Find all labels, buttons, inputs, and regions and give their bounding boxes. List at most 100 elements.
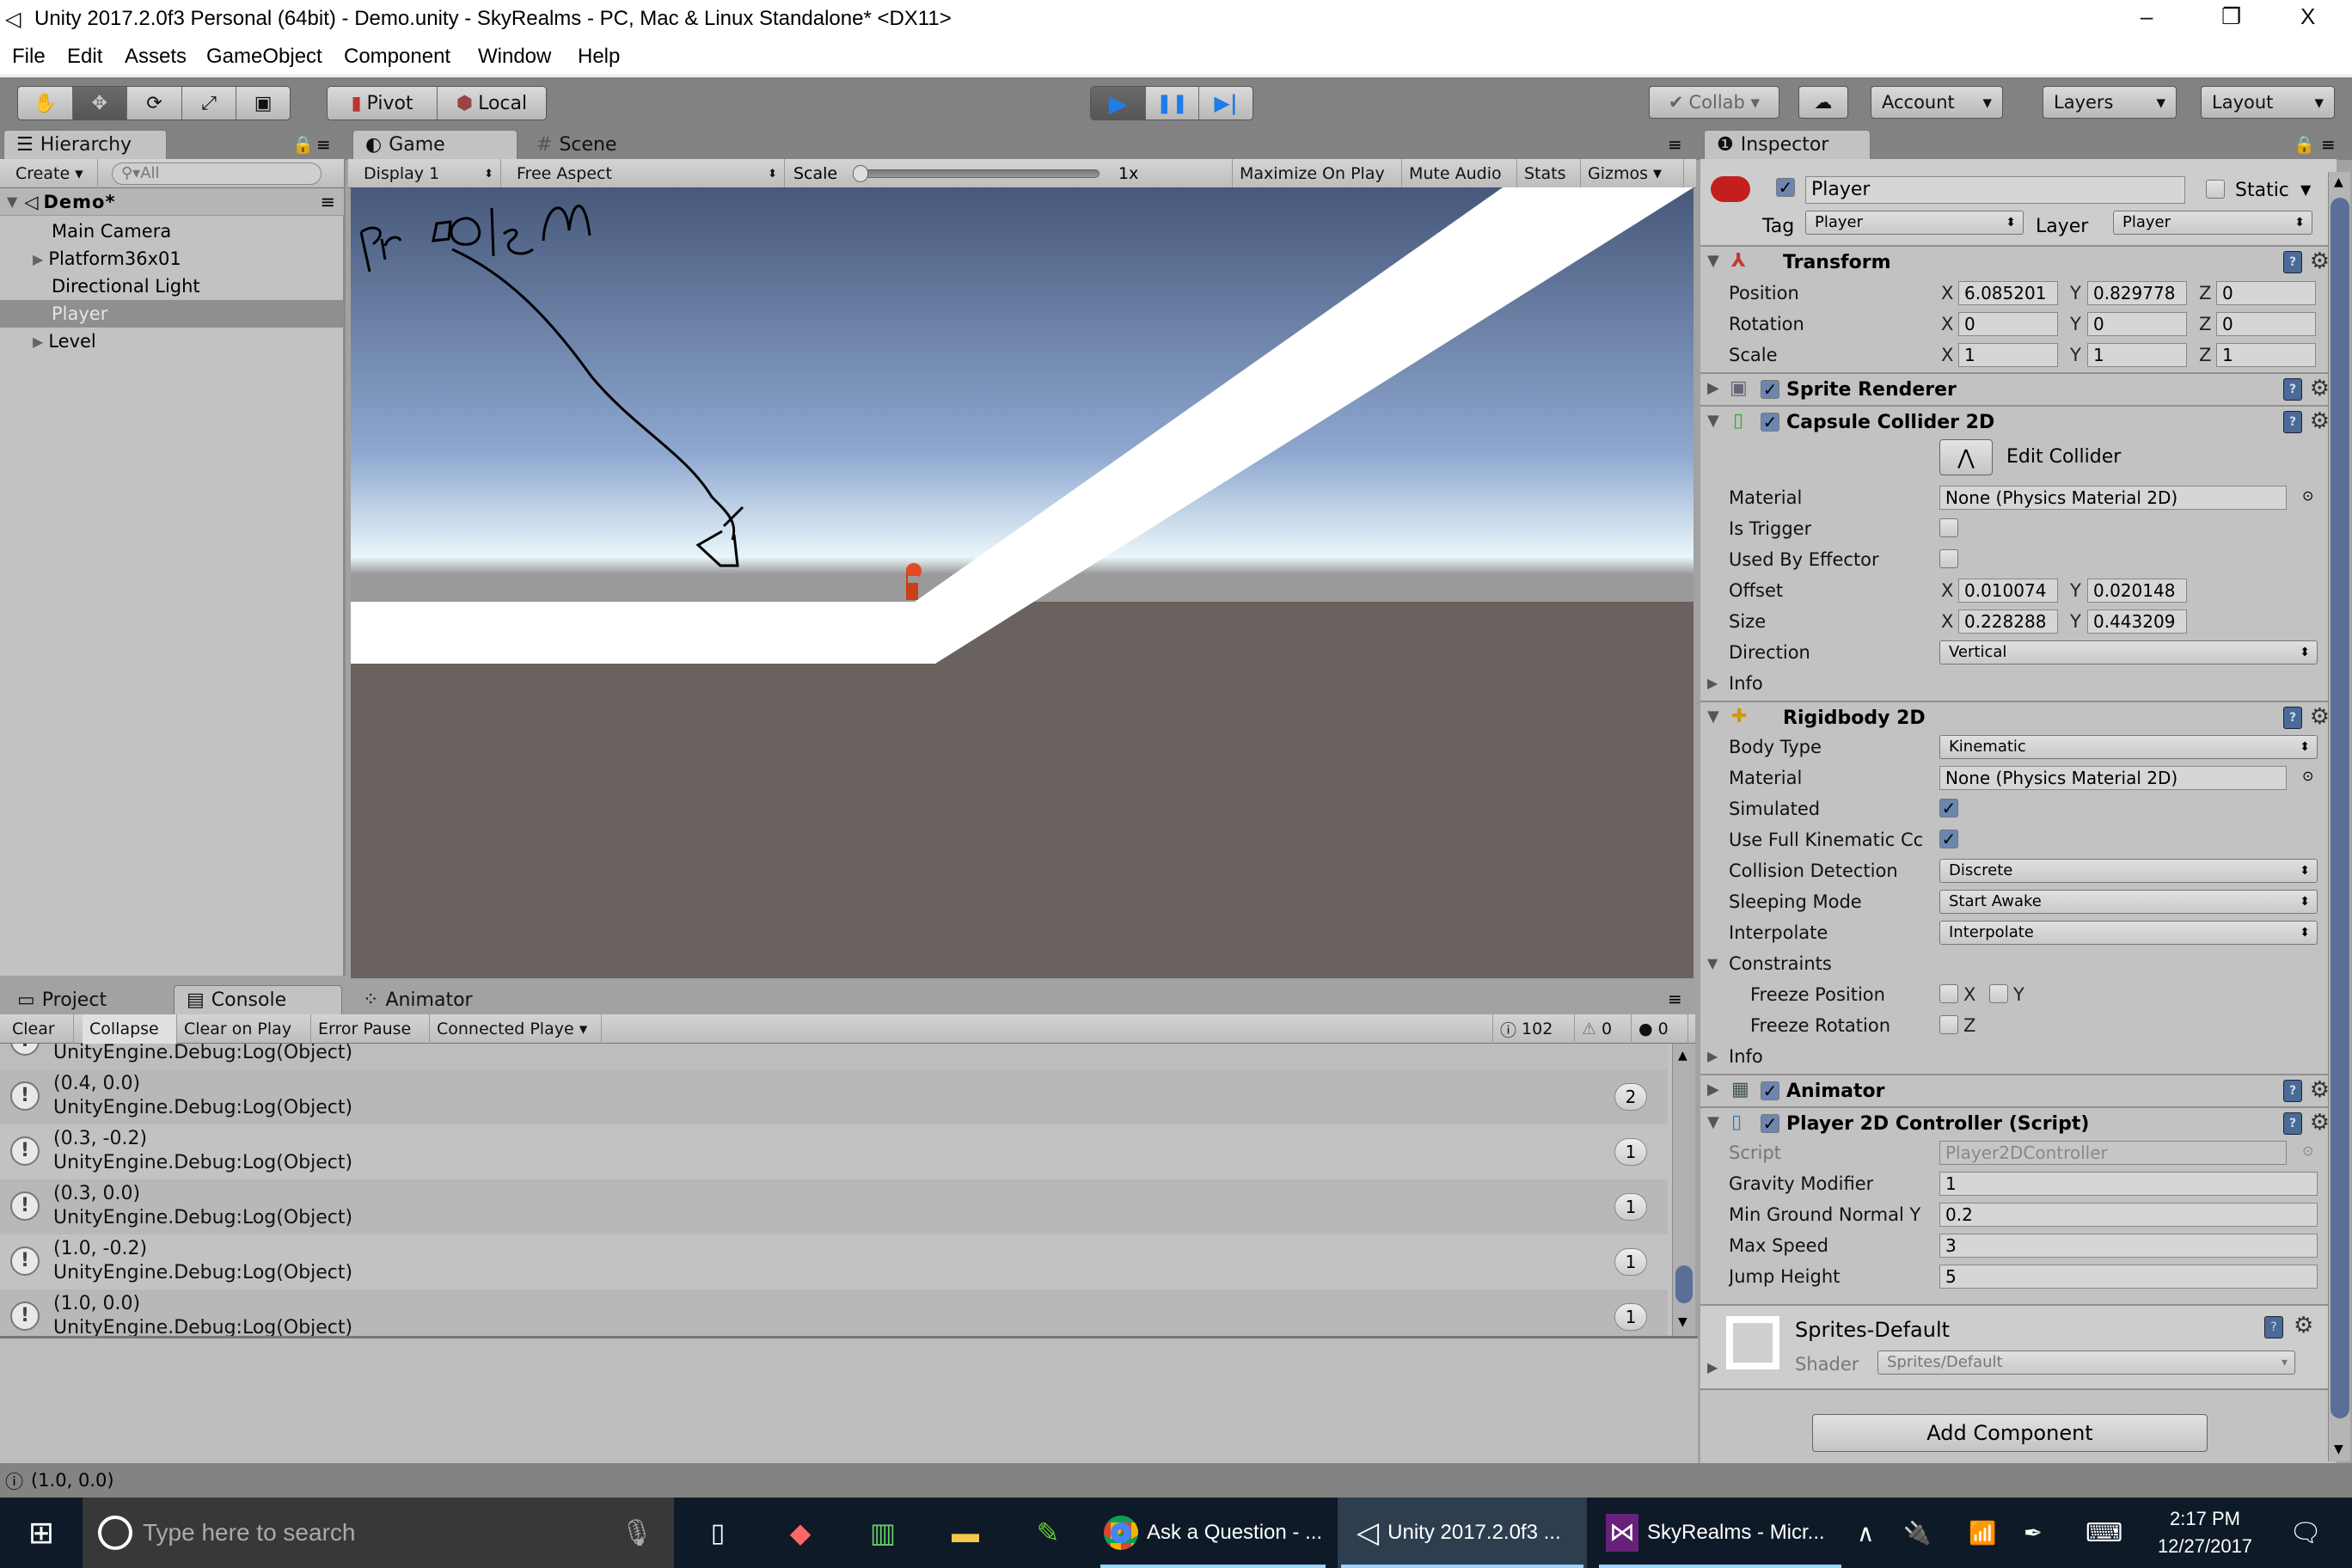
status-message[interactable]: (1.0, 0.0) [31, 1470, 114, 1491]
max-speed-input[interactable]: 3 [1939, 1234, 2318, 1258]
expand-arrow-icon[interactable]: ▶ [33, 251, 43, 267]
rotation-z-input[interactable]: 0 [2216, 312, 2316, 336]
tab-hierarchy[interactable]: ☰ Hierarchy [3, 130, 167, 159]
taskbar-search[interactable]: Type here to search 🎙 [83, 1498, 674, 1568]
object-picker-icon[interactable]: ⊙ [2302, 768, 2313, 784]
panel-menu-icon[interactable]: ≡ [316, 134, 331, 155]
console-entry[interactable]: ! (1.0, 0.0) UnityEngine.Debug:Log(Object)… [0, 1289, 1668, 1336]
component-capsule-collider[interactable]: ▼ ▯ ✓ Capsule Collider 2D ? ⚙ [1700, 405, 2337, 438]
component-player-2d-controller[interactable]: ▼ ▯ ✓ Player 2D Controller (Script) ? ⚙ [1700, 1106, 2337, 1139]
body-type-dropdown[interactable]: Kinematic ⬍ [1939, 735, 2318, 759]
object-name-input[interactable]: Player [1805, 176, 2185, 204]
collab-button[interactable]: ✔ Collab ▾ [1649, 86, 1779, 119]
lock-icon[interactable]: 🔒 [292, 134, 314, 155]
jump-height-input[interactable]: 5 [1939, 1265, 2318, 1289]
pause-button[interactable]: ❚❚ [1146, 87, 1199, 119]
freeze-rotation-z-checkbox[interactable] [1939, 1015, 1958, 1034]
tag-dropdown[interactable]: Player ⬍ [1805, 211, 2024, 235]
step-button[interactable]: ▶| [1199, 87, 1253, 119]
taskbar-file-explorer[interactable]: ▬ [935, 1498, 995, 1568]
hand-tool-button[interactable]: ✋ [18, 87, 73, 119]
hierarchy-item-selected[interactable]: Player [0, 300, 344, 328]
taskbar-app-visual-studio[interactable]: ⋈ SkyRealms - Micr... [1596, 1498, 1845, 1568]
inspector-scrollbar[interactable]: ▲ ▼ [2328, 172, 2350, 1461]
help-icon[interactable]: ? [2283, 251, 2302, 273]
sleeping-mode-dropdown[interactable]: Start Awake ⬍ [1939, 890, 2318, 914]
error-count-toggle[interactable]: ● 0 [1632, 1014, 1688, 1044]
scroll-down-icon[interactable]: ▼ [2334, 1442, 2343, 1456]
collapse-arrow-icon[interactable]: ▼ [1707, 412, 1719, 430]
gravity-modifier-input[interactable]: 1 [1939, 1172, 2318, 1196]
position-x-input[interactable]: 6.085201 [1958, 281, 2058, 305]
position-y-input[interactable]: 0.829778 [2087, 281, 2187, 305]
clear-on-play-toggle[interactable]: Clear on Play [177, 1014, 311, 1044]
error-pause-toggle[interactable]: Error Pause [311, 1014, 430, 1044]
position-z-input[interactable]: 0 [2216, 281, 2316, 305]
expand-arrow-icon[interactable]: ▶ [1707, 1048, 1718, 1064]
layout-dropdown[interactable]: Layout ▾ [2201, 86, 2335, 119]
console-entry[interactable]: !UnityEngine.Debug:Log(Object) [0, 1044, 1668, 1069]
offset-x-input[interactable]: 0.010074 [1958, 579, 2058, 603]
tab-game[interactable]: ◐ Game [352, 130, 518, 159]
gear-icon[interactable]: ⚙ [2310, 1077, 2330, 1103]
gizmos-button[interactable]: Gizmos ▼ [1581, 159, 1684, 188]
local-button[interactable]: ⬢ Local [438, 87, 546, 119]
sprite-renderer-enabled-checkbox[interactable]: ✓ [1761, 380, 1779, 399]
used-by-effector-checkbox[interactable] [1939, 549, 1958, 568]
scroll-up-icon[interactable]: ▲ [1678, 1049, 1687, 1063]
help-icon[interactable]: ? [2283, 378, 2302, 401]
component-rigidbody-2d[interactable]: ▼ ✚ Rigidbody 2D ? ⚙ [1700, 701, 2337, 733]
scene-menu-icon[interactable]: ≡ [320, 192, 335, 212]
account-dropdown[interactable]: Account ▾ [1871, 86, 2003, 119]
layer-dropdown[interactable]: Player ⬍ [2113, 211, 2312, 235]
component-sprite-renderer[interactable]: ▶ ▣ ✓ Sprite Renderer ? ⚙ [1700, 372, 2337, 405]
taskbar-app-sprite[interactable]: ✎ [1018, 1498, 1078, 1568]
full-kinematic-checkbox[interactable]: ✓ [1939, 830, 1958, 848]
collapse-arrow-icon[interactable]: ▼ [1707, 707, 1719, 726]
network-status[interactable]: 📶 [1969, 1498, 2003, 1568]
component-animator[interactable]: ▶ ▦ ✓ Animator ? ⚙ [1700, 1074, 2337, 1106]
game-viewport[interactable] [351, 187, 1694, 978]
menu-assets[interactable]: Assets [125, 45, 187, 69]
collapse-arrow-icon[interactable]: ▼ [1707, 1113, 1719, 1131]
taskbar-app-chrome[interactable]: Ask a Question - ... [1097, 1498, 1329, 1568]
freeze-position-x-checkbox[interactable] [1939, 984, 1958, 1003]
lock-icon[interactable]: 🔒 [2294, 134, 2315, 155]
gear-icon[interactable]: ⚙ [2310, 704, 2330, 730]
log-count-toggle[interactable]: ⓘ 102 [1492, 1014, 1575, 1044]
rigidbody-material-field[interactable]: None (Physics Material 2D) [1939, 766, 2287, 790]
size-x-input[interactable]: 0.228288 [1958, 609, 2058, 634]
collider-info-row[interactable]: ▶ Info [1700, 668, 2337, 699]
rotation-y-input[interactable]: 0 [2087, 312, 2187, 336]
expand-arrow-icon[interactable]: ▶ [1707, 1081, 1719, 1099]
menu-gameobject[interactable]: GameObject [206, 45, 322, 69]
constraints-row[interactable]: ▼ Constraints [1700, 948, 2337, 979]
animator-enabled-checkbox[interactable]: ✓ [1761, 1081, 1779, 1100]
layers-dropdown[interactable]: Layers ▾ [2043, 86, 2177, 119]
console-entry[interactable]: ! (1.0, -0.2) UnityEngine.Debug:Log(Object… [0, 1234, 1668, 1289]
cloud-button[interactable]: ☁ [1798, 86, 1848, 119]
taskbar-app-piano[interactable]: ▥ [853, 1498, 913, 1568]
simulated-checkbox[interactable]: ✓ [1939, 799, 1958, 818]
hierarchy-item[interactable]: ▶ Platform36x01 [0, 245, 344, 273]
rotate-tool-button[interactable]: ⟳ [127, 87, 182, 119]
scale-x-input[interactable]: 1 [1958, 343, 2058, 367]
collider-material-field[interactable]: None (Physics Material 2D) [1939, 486, 2287, 510]
task-view-button[interactable]: ▯ [688, 1498, 748, 1568]
collapse-toggle[interactable]: Collapse [83, 1014, 177, 1044]
panel-menu-icon[interactable]: ≡ [1668, 989, 1682, 1009]
static-dropdown-icon[interactable]: ▼ [2300, 181, 2311, 198]
help-icon[interactable]: ? [2283, 411, 2302, 433]
pen-menu[interactable]: ✒ [2024, 1498, 2058, 1568]
collision-detection-dropdown[interactable]: Discrete ⬍ [1939, 859, 2318, 883]
create-button[interactable]: Create ▾ [9, 159, 98, 188]
static-checkbox[interactable] [2206, 180, 2225, 199]
collapse-arrow-icon[interactable]: ▼ [1707, 955, 1718, 971]
expand-arrow-icon[interactable]: ▶ [1707, 1359, 1718, 1375]
gear-icon[interactable]: ⚙ [2310, 376, 2330, 401]
interpolate-dropdown[interactable]: Interpolate ⬍ [1939, 921, 2318, 945]
scale-z-input[interactable]: 1 [2216, 343, 2316, 367]
expand-arrow-icon[interactable]: ▶ [1707, 675, 1718, 691]
hierarchy-item[interactable]: ▶ Level [0, 328, 344, 355]
object-picker-icon[interactable]: ⊙ [2302, 487, 2313, 504]
